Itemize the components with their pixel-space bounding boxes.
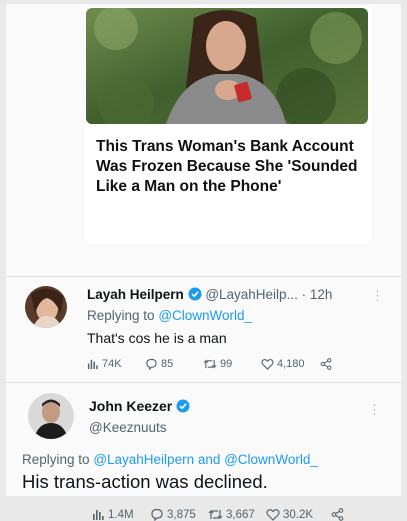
- retweet-icon: [203, 359, 217, 369]
- views-icon: [87, 359, 98, 370]
- retweet-count: 3,667: [226, 508, 255, 521]
- reply1-likes-count: 4,180: [277, 358, 305, 370]
- reply1-retweets-count: 99: [220, 358, 233, 370]
- divider: [6, 276, 401, 277]
- reply1-handle[interactable]: @LayahHeilp...: [205, 287, 298, 302]
- views-count: 1.4M: [108, 508, 134, 521]
- retweet-stat[interactable]: 3,667: [208, 508, 255, 521]
- reply1-views-count: 74K: [102, 358, 122, 370]
- reply1-retweets[interactable]: 99: [203, 358, 232, 370]
- views-icon: [93, 510, 104, 520]
- reply-icon: [146, 358, 157, 370]
- reply1-likes[interactable]: 4,180: [261, 358, 305, 370]
- layah-avatar[interactable]: [25, 286, 67, 328]
- replying-prefix: Replying to: [87, 308, 155, 323]
- reply1-replying: Replying to @ClownWorld_: [87, 308, 252, 323]
- like-count: 30.2K: [283, 508, 314, 521]
- share-stat[interactable]: [331, 508, 344, 521]
- reply2-display-name[interactable]: John Keezer: [89, 398, 172, 414]
- reply1-header: Layah Heilpern @LayahHeilp... · 12h: [87, 287, 332, 302]
- article-photo: [86, 8, 368, 124]
- reply1-replies-count: 85: [161, 358, 174, 370]
- reply1-share[interactable]: [320, 358, 332, 370]
- article-headline[interactable]: This Trans Woman's Bank Account Was Froz…: [96, 137, 366, 197]
- like-stat[interactable]: 30.2K: [266, 508, 313, 521]
- article-card[interactable]: [84, 6, 372, 244]
- reply1-replies[interactable]: 85: [145, 358, 173, 370]
- replying-to-link[interactable]: @ClownWorld_: [158, 308, 252, 323]
- reply-stat[interactable]: 3,875: [150, 508, 196, 521]
- reply1-text: That's cos he is a man: [87, 330, 227, 346]
- verified-badge-icon: [188, 287, 202, 301]
- reply2-replying: Replying to @LayahHeilpern and @ClownWor…: [22, 452, 318, 467]
- share-icon: [331, 508, 344, 521]
- heart-icon: [266, 509, 280, 521]
- reply1-display-name[interactable]: Layah Heilpern: [87, 287, 184, 302]
- reply2-text: His trans-action was declined.: [22, 471, 268, 492]
- views-stat[interactable]: 1.4M: [92, 508, 134, 521]
- john-avatar[interactable]: [28, 393, 74, 439]
- reply2-handle[interactable]: @Keeznuuts: [89, 420, 167, 435]
- retweet-icon: [208, 509, 223, 520]
- more-options-icon[interactable]: ⋮: [368, 402, 381, 418]
- divider: [6, 382, 401, 383]
- replying-to-link[interactable]: @LayahHeilpern and @ClownWorld_: [93, 452, 318, 467]
- reply1-time: · 12h: [301, 287, 333, 302]
- share-icon: [320, 358, 332, 370]
- reply-count: 3,875: [167, 508, 196, 521]
- heart-icon: [261, 359, 274, 370]
- replying-prefix: Replying to: [22, 452, 90, 467]
- reply-icon: [151, 508, 163, 521]
- more-options-icon[interactable]: ⋮: [371, 288, 384, 304]
- verified-badge-icon: [176, 399, 190, 413]
- reply1-views[interactable]: 74K: [87, 358, 122, 370]
- reply2-header: John Keezer: [89, 398, 190, 414]
